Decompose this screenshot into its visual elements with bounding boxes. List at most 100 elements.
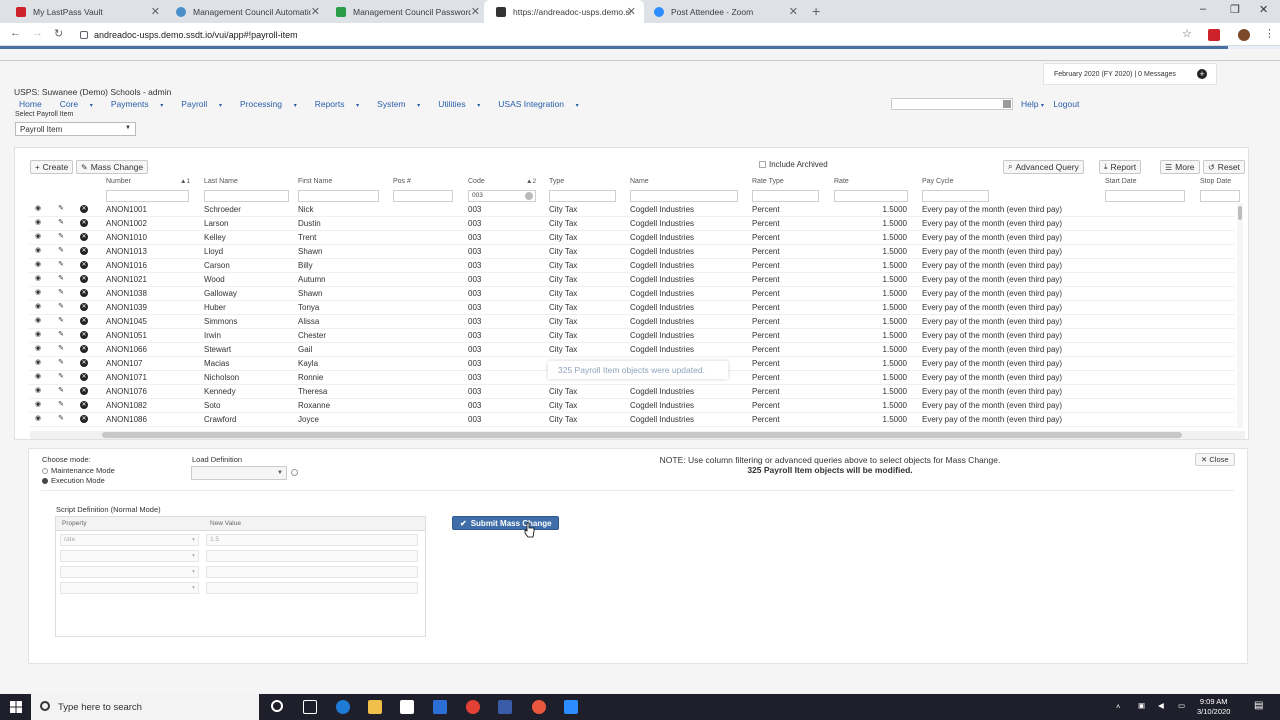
new-value-input[interactable] (206, 566, 418, 578)
property-select[interactable]: ▾ (60, 566, 199, 578)
checkbox[interactable] (759, 161, 766, 168)
load-definition-select[interactable]: ▼ (191, 466, 287, 480)
filter-number[interactable] (106, 190, 189, 202)
taskbar-search-input[interactable]: Type here to search (31, 694, 259, 720)
browser-tab-lastpass[interactable]: My LastPass Vault ✕ (4, 0, 168, 23)
delete-icon[interactable]: ✕ (80, 247, 88, 255)
view-icon[interactable]: ◉ (34, 373, 42, 381)
create-button[interactable]: + Create (30, 160, 74, 174)
table-row[interactable]: ◉ ✎ ✕ ANON1001 Schroeder Nick 003 City Tax Cogde… (29, 203, 1235, 217)
back-icon[interactable]: ← (10, 27, 21, 39)
cortana-icon[interactable] (271, 700, 283, 712)
view-icon[interactable]: ◉ (34, 401, 42, 409)
browser-tab-automation[interactable]: Management Council Automatio ✕ (164, 0, 328, 23)
menu-system[interactable]: System ▾ (377, 99, 429, 109)
zoom-taskbar-icon[interactable] (564, 700, 578, 714)
col-header-first-name[interactable]: First Name (298, 178, 332, 185)
delete-icon[interactable]: ✕ (80, 317, 88, 325)
edit-icon[interactable]: ✎ (57, 345, 65, 353)
filter-start-date[interactable] (1105, 190, 1185, 202)
delete-icon[interactable]: ✕ (80, 219, 88, 227)
close-tab-icon[interactable]: ✕ (789, 5, 798, 18)
execution-mode-radio[interactable]: Execution Mode (42, 476, 105, 485)
table-row[interactable]: ◉ ✎ ✕ ANON1039 Huber Tonya 003 City Tax Cogdell … (29, 301, 1235, 315)
edit-icon[interactable]: ✎ (57, 415, 65, 423)
table-row[interactable]: ◉ ✎ ✕ ANON1021 Wood Autumn 003 City Tax Cogdell … (29, 273, 1235, 287)
payroll-item-select[interactable]: Payroll Item ▼ (15, 122, 136, 136)
more-button[interactable]: ☰ More (1160, 160, 1200, 174)
task-view-icon[interactable] (303, 700, 317, 714)
browser-tab-zoom[interactable]: Post Attendee - Zoom ✕ (642, 0, 806, 23)
view-icon[interactable]: ◉ (34, 359, 42, 367)
chrome-icon[interactable] (466, 700, 480, 714)
table-row[interactable]: ◉ ✎ ✕ ANON1013 Lloyd Shawn 003 City Tax Cogdell … (29, 245, 1235, 259)
add-icon[interactable]: + (1197, 69, 1207, 79)
vertical-scrollbar[interactable] (1237, 203, 1243, 428)
view-icon[interactable]: ◉ (34, 387, 42, 395)
edit-icon[interactable]: ✎ (57, 219, 65, 227)
menu-core[interactable]: Core ▾ (60, 99, 102, 109)
col-header-rate[interactable]: Rate (834, 178, 849, 185)
edit-icon[interactable]: ✎ (57, 275, 65, 283)
col-header-pos[interactable]: Pos # (393, 178, 411, 185)
view-icon[interactable]: ◉ (34, 303, 42, 311)
edit-icon[interactable]: ✎ (57, 289, 65, 297)
view-icon[interactable]: ◉ (34, 345, 42, 353)
col-header-start-date[interactable]: Start Date (1105, 178, 1137, 185)
advanced-query-button[interactable]: ⌕ Advanced Query (1003, 160, 1084, 174)
report-button[interactable]: ⤓ Report (1099, 160, 1142, 174)
delete-icon[interactable]: ✕ (80, 275, 88, 283)
menu-home[interactable]: Home (19, 99, 51, 109)
col-header-number[interactable]: Number (106, 178, 131, 185)
col-header-last-name[interactable]: Last Name (204, 178, 238, 185)
browser-menu-icon[interactable]: ⋮ (1264, 27, 1275, 40)
delete-icon[interactable]: ✕ (80, 373, 88, 381)
edit-icon[interactable]: ✎ (57, 247, 65, 255)
close-tab-icon[interactable]: ✕ (151, 5, 160, 18)
horizontal-scrollbar[interactable] (30, 431, 1245, 439)
table-row[interactable]: ◉ ✎ ✕ ANON1002 Larson Dustin 003 City Tax Cogdel… (29, 217, 1235, 231)
menu-utilities[interactable]: Utilities ▾ (438, 99, 489, 109)
filter-stop-date[interactable] (1200, 190, 1240, 202)
reload-icon[interactable]: ↻ (54, 27, 63, 40)
view-icon[interactable]: ◉ (34, 415, 42, 423)
menu-payments[interactable]: Payments ▾ (111, 99, 172, 109)
edit-icon[interactable]: ✎ (57, 331, 65, 339)
edit-icon[interactable]: ✎ (57, 205, 65, 213)
table-row[interactable]: ◉ ✎ ✕ ANON1045 Simmons Alissa 003 City Tax Cogde… (29, 315, 1235, 329)
menu-usas-integration[interactable]: USAS Integration ▾ (498, 99, 587, 109)
global-search-input[interactable] (891, 98, 1013, 110)
delete-icon[interactable]: ✕ (80, 401, 88, 409)
view-icon[interactable]: ◉ (34, 275, 42, 283)
volume-icon[interactable]: ◀ (1158, 701, 1164, 710)
clear-icon[interactable] (525, 192, 533, 200)
profile-avatar[interactable] (1238, 29, 1250, 41)
search-icon[interactable] (1003, 100, 1011, 108)
col-header-type[interactable]: Type (549, 178, 564, 185)
close-button[interactable]: ✕ Close (1195, 453, 1235, 466)
col-header-name[interactable]: Name (630, 178, 649, 185)
taskbar-clock[interactable]: 9:09 AM 3/10/2020 (1197, 697, 1230, 717)
delete-icon[interactable]: ✕ (80, 331, 88, 339)
delete-icon[interactable]: ✕ (80, 261, 88, 269)
view-icon[interactable]: ◉ (34, 233, 42, 241)
filter-pay-cycle[interactable] (922, 190, 989, 202)
url-field[interactable]: andreadoc-usps.demo.ssdt.io/vui/app#!pay… (80, 26, 1170, 43)
edit-icon[interactable]: ✎ (57, 387, 65, 395)
filter-first-name[interactable] (298, 190, 379, 202)
minimize-icon[interactable]: – (1200, 3, 1206, 15)
new-value-input[interactable]: 1.5 (206, 534, 418, 546)
mail-icon[interactable] (433, 700, 447, 714)
delete-icon[interactable]: ✕ (80, 289, 88, 297)
submit-mass-change-button[interactable]: ✔ Submit Mass Change (452, 516, 559, 530)
view-icon[interactable]: ◉ (34, 261, 42, 269)
col-header-stop-date[interactable]: Stop Date (1200, 178, 1231, 185)
help-link[interactable]: Help ▾ (1021, 99, 1044, 109)
property-select[interactable]: rate ▾ (60, 534, 199, 546)
close-window-icon[interactable]: ✕ (1259, 3, 1268, 16)
table-row[interactable]: ◉ ✎ ✕ ANON1038 Galloway Shawn 003 City Tax Cogde… (29, 287, 1235, 301)
delete-icon[interactable]: ✕ (80, 415, 88, 423)
filter-pos[interactable] (393, 190, 453, 202)
include-archived-toggle[interactable]: Include Archived (759, 160, 828, 169)
scroll-thumb[interactable] (1238, 206, 1242, 220)
